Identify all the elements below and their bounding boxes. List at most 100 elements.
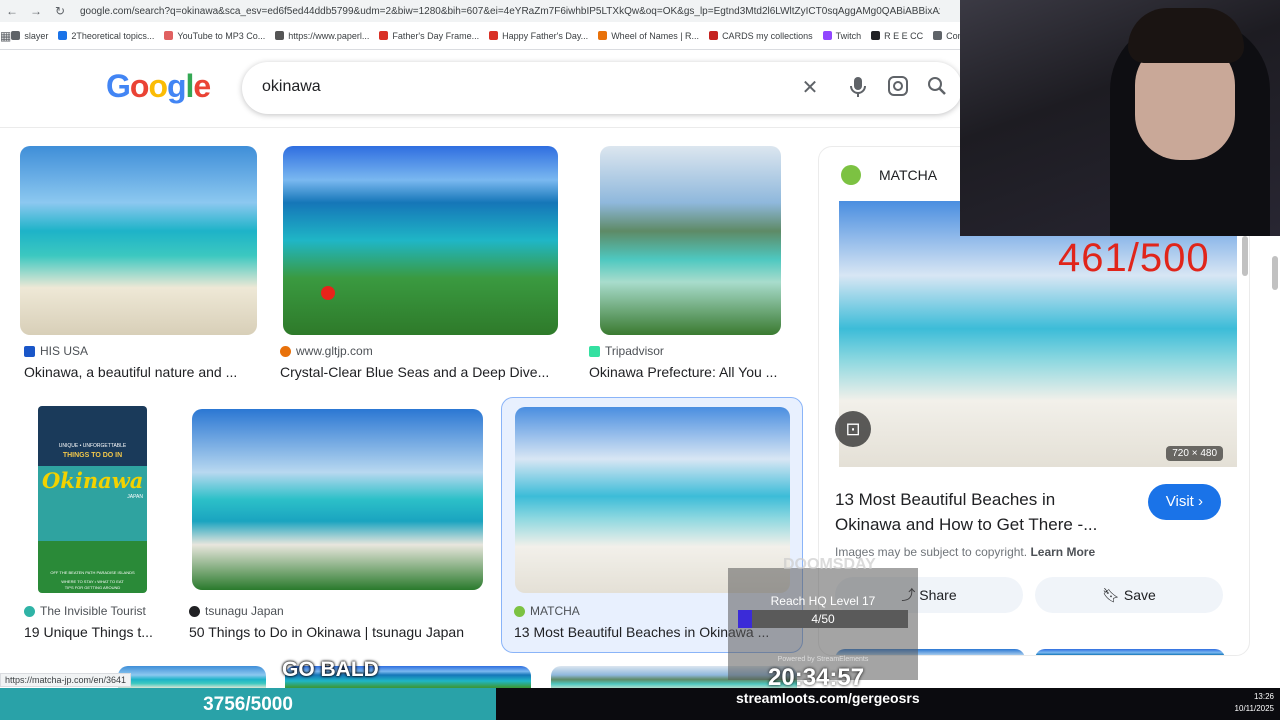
page-scrollbar[interactable] <box>1272 256 1278 290</box>
result-caption-5[interactable]: 50 Things to Do in Okinawa | tsunagu Jap… <box>189 624 489 640</box>
flower-shape <box>321 286 335 300</box>
bookmark-label: slayer <box>24 30 49 41</box>
address-bar[interactable]: ← → ↻ google.com/search?q=okinawa&sca_es… <box>0 0 960 22</box>
panel-title[interactable]: 13 Most Beautiful Beaches in Okinawa and … <box>835 487 1097 537</box>
bookmark-item[interactable]: Father's Day Frame... <box>379 31 479 41</box>
bookmark-item[interactable]: R E E CC <box>871 31 923 41</box>
result-source-5[interactable]: tsunagu Japan <box>189 604 284 618</box>
bookmark-label: Twitch <box>835 30 862 41</box>
book-line: JAPAN <box>127 494 143 500</box>
bookmark-item[interactable]: 2Theoretical topics... <box>58 31 154 41</box>
mic-icon[interactable] <box>846 76 870 100</box>
bookmark-item[interactable]: Competiti <box>933 31 960 41</box>
save-label: Save <box>1123 587 1156 603</box>
goal-text: 3756/5000 <box>203 694 293 715</box>
result-image-1[interactable] <box>20 146 257 335</box>
clear-icon[interactable]: ✕ <box>798 76 822 100</box>
bookmark-icon <box>489 31 499 40</box>
bookmark-label: R E E CC <box>884 30 924 41</box>
result-image-4-book-cover[interactable]: UNIQUE • UNFORGETTABLE THINGS TO DO IN O… <box>38 406 147 593</box>
share-label: Share <box>919 587 957 603</box>
bookmark-icon <box>164 31 174 40</box>
image-dimensions: 720 × 480 <box>1166 446 1223 461</box>
search-icon[interactable] <box>925 76 949 100</box>
favicon <box>24 605 35 617</box>
bookmark-label: CARDS my collections <box>722 30 813 41</box>
powered-by: Powered by StreamElements <box>777 656 869 663</box>
bookmark-label: https://www.paperl... <box>288 30 370 41</box>
reach-title: Reach HQ Level 17 <box>770 594 876 608</box>
bookmark-icon <box>822 31 832 40</box>
bookmark-item[interactable]: https://www.paperl... <box>275 31 369 41</box>
status-url-tooltip: https://matcha-jp.com/en/3641 <box>0 673 132 687</box>
result-image-6[interactable] <box>515 407 790 593</box>
bookmark-label: Wheel of Names | R... <box>611 30 700 41</box>
result-caption-2[interactable]: Crystal-Clear Blue Seas and a Deep Dive.… <box>280 364 560 380</box>
panel-title-line: 13 Most Beautiful Beaches in <box>835 490 1056 509</box>
reload-icon[interactable]: ↻ <box>48 4 72 18</box>
result-caption-1[interactable]: Okinawa, a beautiful nature and ... <box>24 364 258 380</box>
book-line: OFF THE BEATEN PATH PARADISE ISLANDS <box>50 570 135 575</box>
bookmark-item[interactable]: Twitch <box>822 30 862 41</box>
result-image-5[interactable] <box>192 409 483 590</box>
bookmark-label: YouTube to MP3 Co... <box>177 30 266 41</box>
favicon <box>514 605 525 617</box>
save-button[interactable]: 🔖︎ Save <box>1035 577 1223 613</box>
bookmark-item[interactable]: slayer <box>11 31 48 41</box>
back-icon[interactable]: ← <box>0 4 24 18</box>
taskbar-date: 10/11/2025 <box>1234 704 1274 713</box>
bookmark-icon <box>933 31 943 40</box>
result-image-2[interactable] <box>283 146 558 335</box>
panel-scrollbar[interactable] <box>1242 236 1248 276</box>
bookmark-icon <box>871 31 881 40</box>
url-text[interactable]: google.com/search?q=okinawa&sca_esv=ed6f… <box>80 6 940 17</box>
result-source-1[interactable]: HIS USA <box>24 344 88 358</box>
result-caption-4[interactable]: 19 Unique Things t... <box>24 624 164 640</box>
bookmark-icon <box>11 31 21 40</box>
book-line: THINGS TO DO IN <box>62 452 123 459</box>
site-favicon <box>841 165 861 185</box>
goal-bar: 3756/5000 <box>0 688 496 720</box>
reach-progress-text: 4/50 <box>811 612 835 626</box>
favicon <box>189 605 200 617</box>
book-line: TIPS FOR GETTING AROUND <box>64 585 121 590</box>
favicon <box>280 345 291 357</box>
book-line: UNIQUE • UNFORGETTABLE <box>58 443 127 449</box>
bookmark-label: Competiti <box>946 30 960 41</box>
result-image-3[interactable] <box>600 146 781 335</box>
learn-more-link[interactable]: Learn More <box>1030 545 1095 559</box>
result-source-6[interactable]: MATCHA <box>514 604 580 618</box>
lens-icon[interactable] <box>886 76 910 100</box>
bookmark-list: slayer 2Theoretical topics... YouTube to M… <box>11 31 960 41</box>
bookmark-icon <box>598 31 608 40</box>
bookmark-item[interactable]: CARDS my collections <box>709 31 813 41</box>
result-caption-3[interactable]: Okinawa Prefecture: All You ... <box>589 364 799 380</box>
bookmarks-bar: ▦ slayer 2Theoretical topics... YouTube to… <box>0 22 960 50</box>
bookmark-label: Happy Father's Day... <box>502 30 589 41</box>
header-divider <box>0 127 960 128</box>
related-image[interactable] <box>1035 649 1225 655</box>
panel-site-name[interactable]: MATCHA <box>879 167 937 183</box>
result-source-4[interactable]: The Invisible Tourist <box>24 604 146 618</box>
bookmark-item[interactable]: Happy Father's Day... <box>489 31 588 41</box>
taskbar-time: 13:26 <box>1253 692 1274 701</box>
stream-timer: 20:34:57 <box>768 664 865 691</box>
webcam-overlay <box>960 0 1280 236</box>
forward-icon[interactable]: → <box>24 4 48 18</box>
bookmark-item[interactable]: YouTube to MP3 Co... <box>164 31 265 41</box>
search-box[interactable]: okinawa ✕ <box>242 62 962 114</box>
bookmark-label: Father's Day Frame... <box>392 30 480 41</box>
bookmark-icon <box>379 31 389 40</box>
lens-search-icon[interactable]: ⊡ <box>835 411 871 447</box>
result-source-2[interactable]: www.gltjp.com <box>280 344 373 358</box>
visit-button[interactable]: Visit › <box>1147 484 1221 520</box>
panel-title-line: Okinawa and How to Get There -... <box>835 515 1098 534</box>
bookmark-item[interactable]: Wheel of Names | R... <box>598 31 699 41</box>
search-query[interactable]: okinawa <box>262 78 321 96</box>
result-source-3[interactable]: Tripadvisor <box>589 344 664 358</box>
bookmark-icon <box>709 31 719 40</box>
apps-grid-icon[interactable]: ▦ <box>0 29 11 43</box>
bookmark-icon <box>275 31 285 40</box>
google-logo[interactable]: Google <box>106 68 211 105</box>
hair-shape <box>1128 8 1244 63</box>
